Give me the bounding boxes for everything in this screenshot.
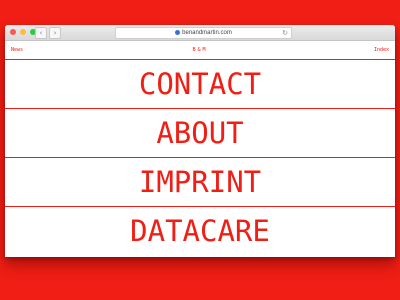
reload-icon[interactable]: ↻ <box>282 28 288 38</box>
back-button[interactable]: ‹ <box>35 27 47 39</box>
site-logo[interactable]: B&M <box>5 41 395 59</box>
minimize-window-button[interactable] <box>20 29 26 35</box>
history-nav: ‹ › <box>35 27 61 39</box>
browser-window: ‹ › benandmartin.com ↻ News B&M Index CO… <box>5 25 395 257</box>
address-bar[interactable]: benandmartin.com ↻ <box>115 27 292 39</box>
menu-item-about[interactable]: ABOUT <box>5 109 395 158</box>
menu-item-imprint[interactable]: IMPRINT <box>5 158 395 207</box>
main-menu: CONTACT ABOUT IMPRINT DATACARE <box>5 60 395 255</box>
close-window-button[interactable] <box>10 29 16 35</box>
index-link[interactable]: Index <box>374 41 389 59</box>
forward-button[interactable]: › <box>49 27 61 39</box>
url-text: benandmartin.com <box>182 30 232 36</box>
menu-item-contact[interactable]: CONTACT <box>5 60 395 109</box>
window-controls <box>10 29 36 35</box>
site-icon <box>175 30 181 35</box>
browser-titlebar: ‹ › benandmartin.com ↻ <box>5 25 395 41</box>
site-header: News B&M Index <box>5 41 395 60</box>
menu-item-datacare[interactable]: DATACARE <box>5 207 395 255</box>
